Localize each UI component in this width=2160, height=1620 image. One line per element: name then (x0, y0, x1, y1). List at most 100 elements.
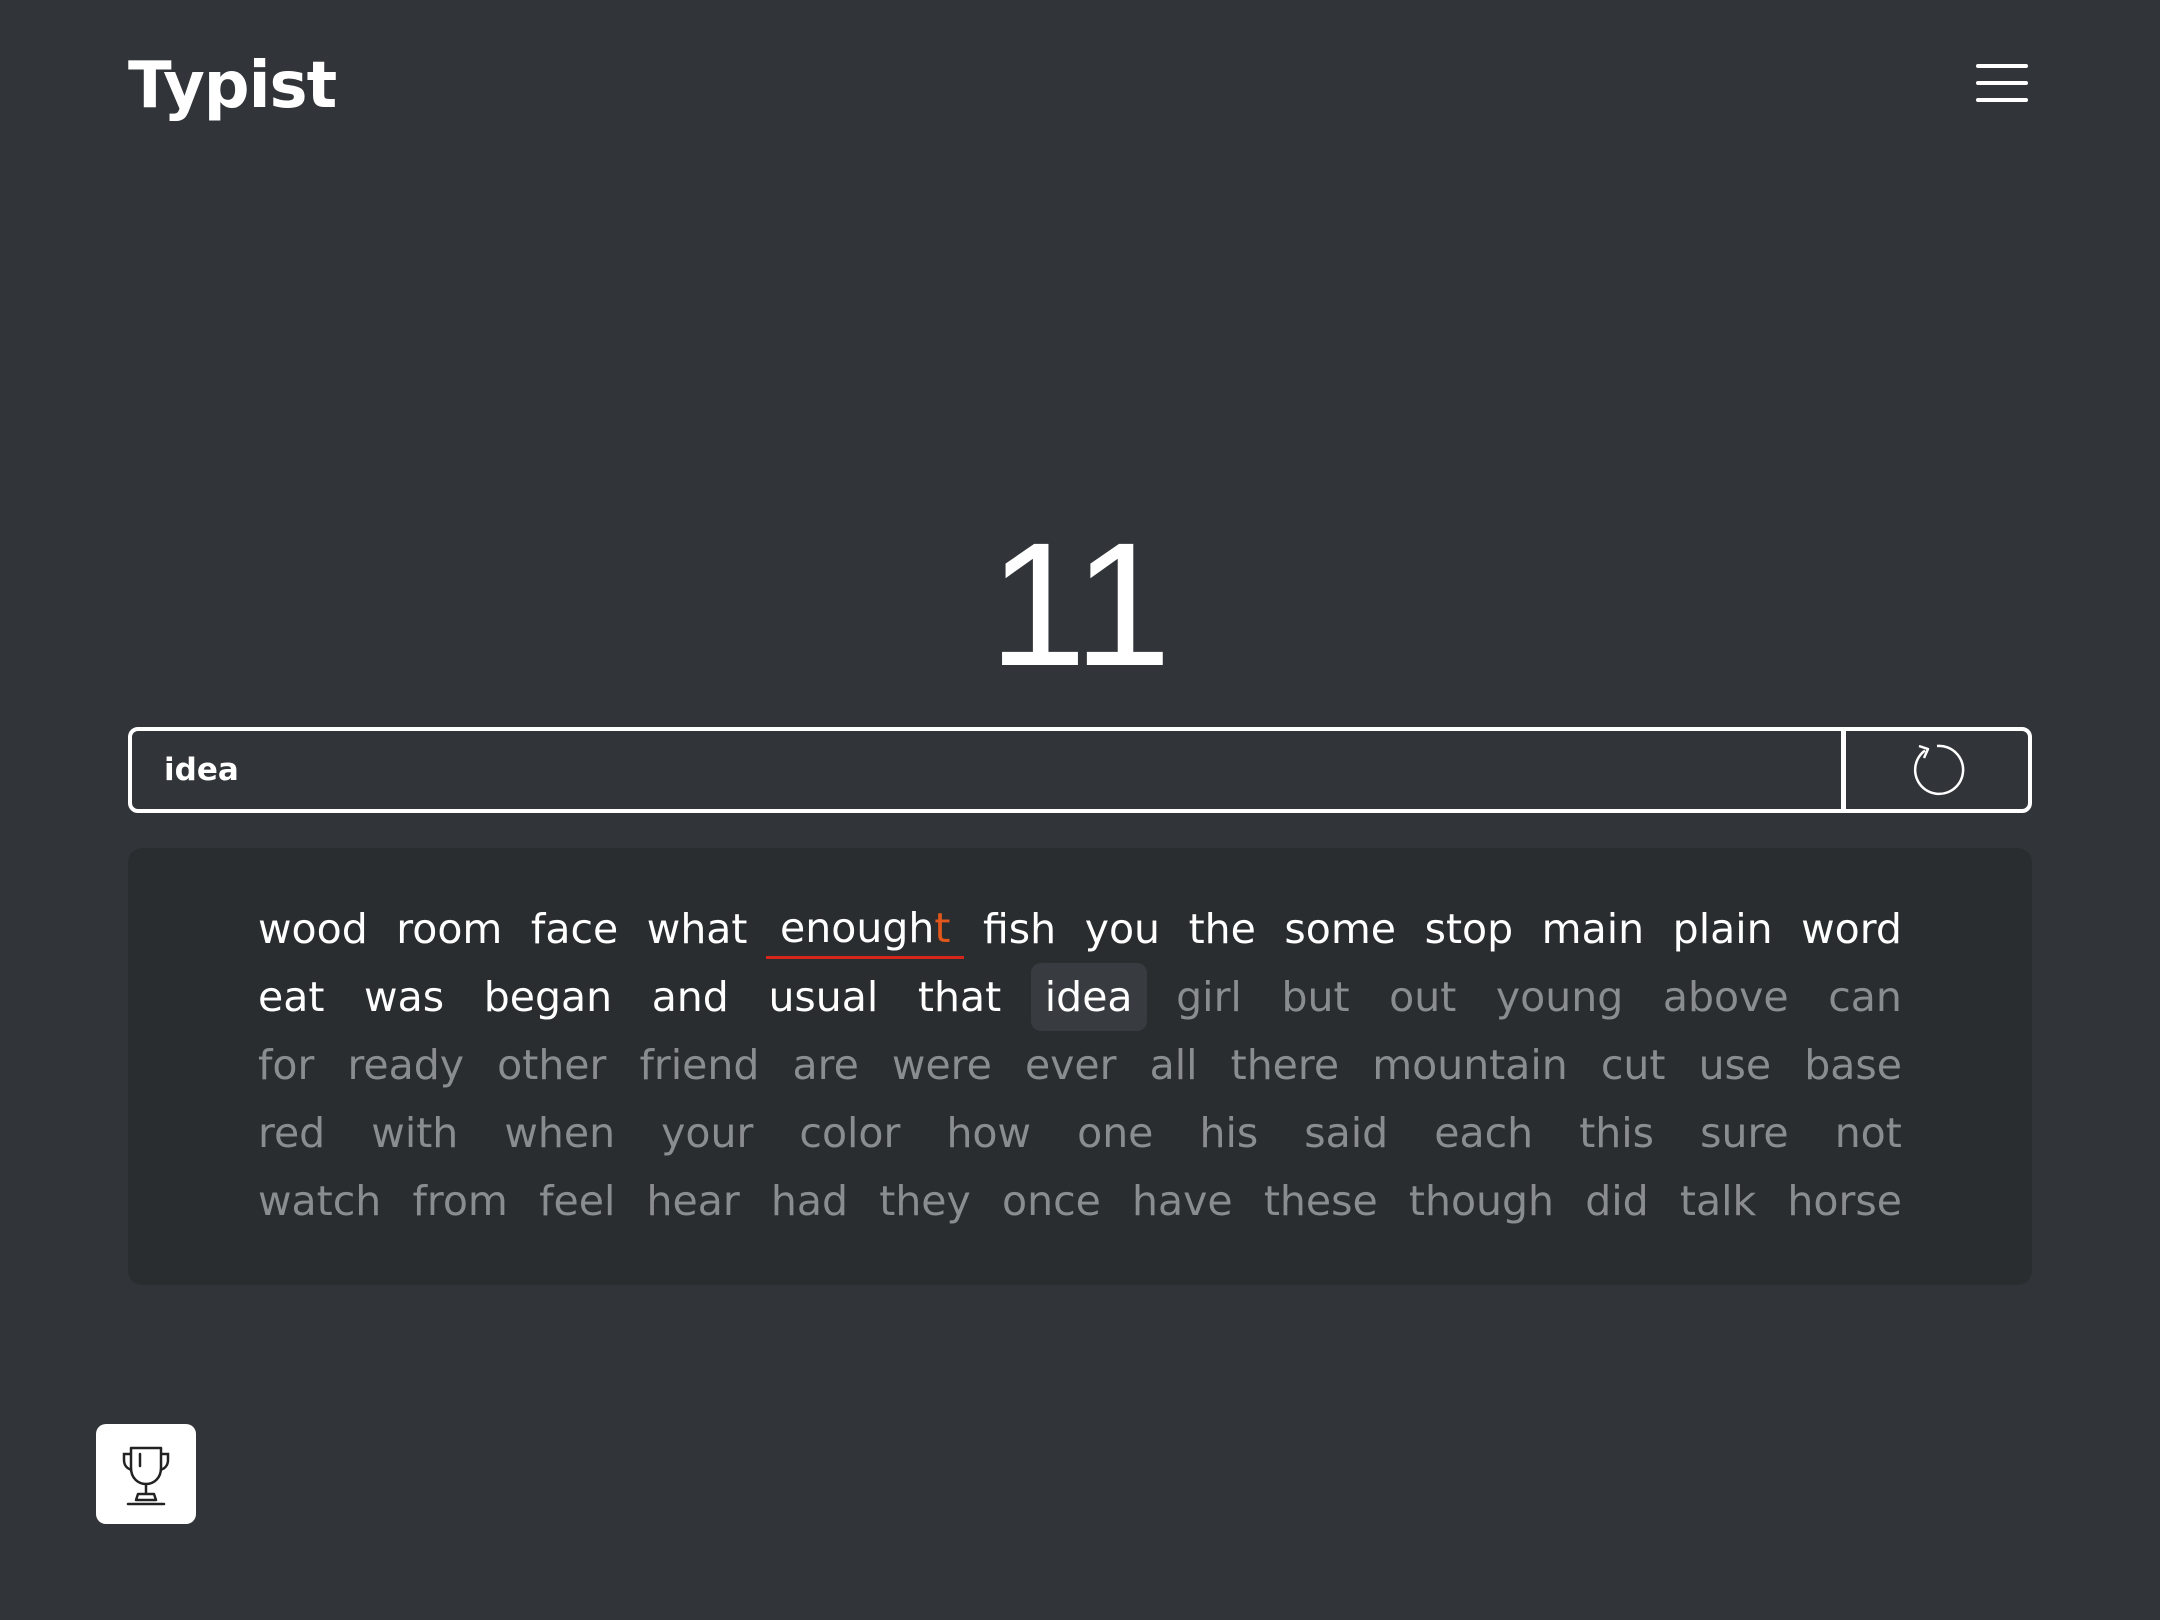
word-pending: one (1067, 1105, 1163, 1161)
app-logo[interactable]: Typist (128, 46, 337, 126)
word-text: above (1662, 973, 1789, 1021)
word-text: one (1077, 1109, 1154, 1157)
word-pending: sure (1690, 1105, 1799, 1161)
word-text: from (412, 1177, 508, 1225)
menu-icon-bar (1976, 64, 2028, 68)
word-pending: young (1486, 969, 1633, 1025)
trophy-icon (122, 1446, 170, 1506)
word-pending: use (1689, 1037, 1782, 1093)
word-pending: his (1189, 1105, 1268, 1161)
word-text: your (661, 1109, 754, 1157)
word-pending: mountain (1362, 1037, 1578, 1093)
word-text: are (792, 1041, 859, 1089)
word-text: was (364, 973, 445, 1021)
word-text: red (258, 1109, 326, 1157)
word-text: color (799, 1109, 901, 1157)
word-pending: there (1221, 1037, 1349, 1093)
word-done: the (1179, 901, 1266, 957)
word-pending: but (1271, 969, 1359, 1025)
word-pending: feel (529, 1173, 625, 1229)
word-text: each (1434, 1109, 1534, 1157)
word-pending: ready (337, 1037, 474, 1093)
word-done: fish (973, 901, 1066, 957)
word-pending: color (789, 1105, 910, 1161)
word-text: usual (768, 973, 879, 1021)
word-text: can (1828, 973, 1902, 1021)
word-pending: horse (1777, 1173, 1912, 1229)
menu-icon-bar (1976, 81, 2028, 85)
word-text: his (1199, 1109, 1259, 1157)
word-text: all (1149, 1041, 1198, 1089)
word-text: young (1495, 973, 1624, 1021)
word-text: eat (258, 973, 325, 1021)
word-row: eat was began and usual that idea girl but out you… (248, 963, 1912, 1031)
word-text: and (651, 973, 729, 1021)
word-pending: these (1254, 1173, 1388, 1229)
word-done: wood (248, 901, 378, 957)
word-text: this (1579, 1109, 1655, 1157)
word-pending: out (1379, 969, 1466, 1025)
word-done: what (637, 901, 758, 957)
word-text: enough (780, 903, 935, 952)
word-pending: once (992, 1173, 1111, 1229)
word-text: hear (646, 1177, 740, 1225)
word-text: but (1281, 973, 1350, 1021)
restart-button[interactable] (1846, 731, 2028, 809)
word-row: wood room face what enought fish you the some sto… (248, 895, 1912, 963)
word-text: were (891, 1041, 992, 1089)
word-text: did (1585, 1177, 1649, 1225)
word-pending: cut (1591, 1037, 1676, 1093)
typing-input[interactable] (132, 731, 1841, 809)
word-text: idea (1044, 973, 1133, 1021)
word-done: some (1274, 901, 1406, 957)
word-text: these (1263, 1177, 1378, 1225)
word-text: mountain (1372, 1041, 1568, 1089)
restart-icon (1913, 744, 1965, 796)
word-current: idea (1030, 963, 1147, 1031)
menu-button[interactable] (1970, 58, 2032, 108)
word-text: that (917, 973, 1002, 1021)
word-text: other (497, 1041, 607, 1089)
word-pending: base (1794, 1037, 1912, 1093)
word-text: how (946, 1109, 1032, 1157)
word-pending: all (1140, 1037, 1208, 1093)
word-done: you (1075, 901, 1170, 957)
word-pending: this (1569, 1105, 1664, 1161)
word-text: there (1230, 1041, 1340, 1089)
word-text: ever (1024, 1041, 1117, 1089)
words-panel: wood room face what enought fish you the some sto… (128, 848, 2032, 1285)
word-pending: from (402, 1173, 517, 1229)
word-done: eat (248, 969, 334, 1025)
word-pending: ever (1015, 1037, 1127, 1093)
word-text: friend (639, 1041, 760, 1089)
word-text: when (504, 1109, 616, 1157)
word-text: the (1188, 905, 1256, 953)
word-text: use (1698, 1041, 1772, 1089)
leaderboard-button[interactable] (96, 1424, 196, 1524)
word-text: had (770, 1177, 849, 1225)
word-pending: were (882, 1037, 1002, 1093)
word-pending: girl (1166, 969, 1252, 1025)
word-row: for ready other friend are were ever all there mo… (248, 1031, 1912, 1099)
word-text: began (483, 973, 613, 1021)
word-pending: above (1653, 969, 1799, 1025)
word-done: room (386, 901, 512, 957)
word-text: what (646, 905, 748, 953)
word-text: watch (258, 1177, 382, 1225)
word-text: ready (347, 1041, 465, 1089)
word-done: and (642, 969, 739, 1025)
word-text: face (530, 905, 619, 953)
word-pending: with (361, 1105, 468, 1161)
word-pending: watch (248, 1173, 391, 1229)
word-error: enought (766, 900, 965, 959)
word-done: began (474, 969, 622, 1025)
word-done: that (908, 969, 1011, 1025)
word-row: watch from feel hear had they once have these tho… (248, 1167, 1912, 1235)
word-row: red with when your color how one his said each thi… (248, 1099, 1912, 1167)
word-text: wood (258, 905, 368, 953)
word-text: not (1834, 1109, 1902, 1157)
word-text: cut (1600, 1041, 1666, 1089)
word-text: sure (1700, 1109, 1789, 1157)
word-done: face (521, 901, 628, 957)
word-done: usual (758, 969, 888, 1025)
